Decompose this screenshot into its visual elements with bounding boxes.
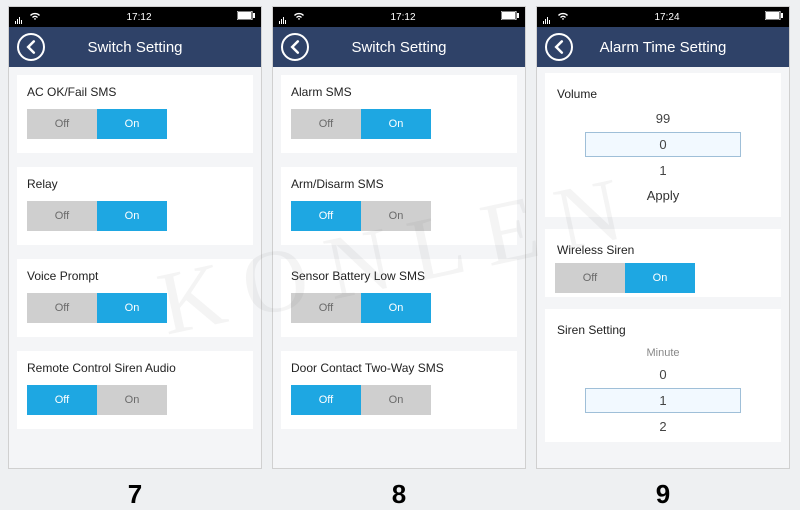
setting-card-door-contact-sms: Door Contact Two-Way SMS Off On (281, 351, 517, 429)
picker-value-below[interactable]: 1 (555, 159, 771, 182)
toggle-on[interactable]: On (361, 109, 431, 139)
volume-label: Volume (557, 87, 771, 101)
battery-icon (237, 11, 255, 23)
setting-title: Door Contact Two-Way SMS (291, 361, 507, 375)
volume-picker[interactable]: 99 0 1 (555, 107, 771, 182)
toggle-on[interactable]: On (97, 385, 167, 415)
alarm-time-content: Volume 99 0 1 Apply Wireless Siren Off O… (537, 67, 789, 468)
header-bar: Switch Setting (9, 27, 261, 67)
back-button[interactable] (545, 33, 573, 61)
picker-value-above[interactable]: 0 (555, 363, 771, 386)
setting-title: Alarm SMS (291, 85, 507, 99)
setting-title: Voice Prompt (27, 269, 243, 283)
page-number-row: 7 8 9 (0, 479, 800, 510)
toggle-off[interactable]: Off (291, 201, 361, 231)
setting-card-ac-sms: AC OK/Fail SMS Off On (17, 75, 253, 153)
setting-card-voice-prompt: Voice Prompt Off On (17, 259, 253, 337)
back-button[interactable] (17, 33, 45, 61)
status-time: 17:24 (654, 12, 679, 23)
picker-value-above[interactable]: 99 (555, 107, 771, 130)
wifi-icon (29, 11, 41, 24)
toggle-off[interactable]: Off (27, 109, 97, 139)
toggle-on[interactable]: On (97, 201, 167, 231)
toggle-off[interactable]: Off (27, 293, 97, 323)
siren-setting-section: Siren Setting Minute 0 1 2 (545, 309, 781, 442)
apply-button[interactable]: Apply (555, 182, 771, 213)
settings-list: Alarm SMS Off On Arm/Disarm SMS Off On S… (273, 67, 525, 468)
toggle-arm-disarm-sms[interactable]: Off On (291, 201, 431, 231)
status-time: 17:12 (126, 12, 151, 23)
wireless-siren-section: Wireless Siren Off On (545, 229, 781, 297)
header-bar: Switch Setting (273, 27, 525, 67)
status-bar: 17:24 (537, 7, 789, 27)
screen-7: 17:12 Switch Setting AC OK/Fail SMS Off … (8, 6, 262, 469)
page-number: 7 (8, 479, 262, 510)
volume-section: Volume 99 0 1 Apply (545, 73, 781, 217)
header-bar: Alarm Time Setting (537, 27, 789, 67)
toggle-ac-sms[interactable]: Off On (27, 109, 167, 139)
toggle-off[interactable]: Off (27, 201, 97, 231)
setting-title: Arm/Disarm SMS (291, 177, 507, 191)
page-number: 8 (272, 479, 526, 510)
battery-icon (765, 11, 783, 23)
signal-icon (15, 13, 25, 21)
setting-title: Remote Control Siren Audio (27, 361, 243, 375)
page-title: Switch Setting (273, 39, 525, 56)
wifi-icon (557, 11, 569, 24)
setting-title: Relay (27, 177, 243, 191)
setting-card-arm-disarm-sms: Arm/Disarm SMS Off On (281, 167, 517, 245)
toggle-on[interactable]: On (361, 293, 431, 323)
siren-minute-picker[interactable]: Minute 0 1 2 (555, 343, 771, 438)
toggle-off[interactable]: Off (555, 263, 625, 293)
page-number: 9 (536, 479, 790, 510)
screen-8: 17:12 Switch Setting Alarm SMS Off On (272, 6, 526, 469)
toggle-door-contact-sms[interactable]: Off On (291, 385, 431, 415)
toggle-off[interactable]: Off (291, 293, 361, 323)
toggle-off[interactable]: Off (27, 385, 97, 415)
signal-icon (543, 13, 553, 21)
toggle-wireless-siren[interactable]: Off On (555, 263, 695, 293)
toggle-voice-prompt[interactable]: Off On (27, 293, 167, 323)
toggle-alarm-sms[interactable]: Off On (291, 109, 431, 139)
wifi-icon (293, 11, 305, 24)
siren-setting-label: Siren Setting (557, 323, 771, 337)
settings-list: AC OK/Fail SMS Off On Relay Off On Voice… (9, 67, 261, 468)
toggle-on[interactable]: On (625, 263, 695, 293)
toggle-on[interactable]: On (361, 201, 431, 231)
status-time: 17:12 (390, 12, 415, 23)
battery-icon (501, 11, 519, 23)
toggle-on[interactable]: On (361, 385, 431, 415)
picker-unit: Minute (555, 343, 771, 363)
page-title: Switch Setting (9, 39, 261, 56)
status-bar: 17:12 (9, 7, 261, 27)
toggle-off[interactable]: Off (291, 109, 361, 139)
back-button[interactable] (281, 33, 309, 61)
setting-card-relay: Relay Off On (17, 167, 253, 245)
setting-title: AC OK/Fail SMS (27, 85, 243, 99)
signal-icon (279, 13, 289, 21)
picker-value-selected[interactable]: 0 (585, 132, 741, 157)
setting-card-alarm-sms: Alarm SMS Off On (281, 75, 517, 153)
toggle-on[interactable]: On (97, 109, 167, 139)
picker-value-selected[interactable]: 1 (585, 388, 741, 413)
setting-title: Sensor Battery Low SMS (291, 269, 507, 283)
setting-card-battery-low-sms: Sensor Battery Low SMS Off On (281, 259, 517, 337)
page-title: Alarm Time Setting (537, 39, 789, 56)
status-bar: 17:12 (273, 7, 525, 27)
toggle-on[interactable]: On (97, 293, 167, 323)
toggle-remote-siren-audio[interactable]: Off On (27, 385, 167, 415)
setting-card-remote-siren-audio: Remote Control Siren Audio Off On (17, 351, 253, 429)
toggle-relay[interactable]: Off On (27, 201, 167, 231)
screen-9: 17:24 Alarm Time Setting Volume 99 0 1 (536, 6, 790, 469)
toggle-off[interactable]: Off (291, 385, 361, 415)
wireless-siren-label: Wireless Siren (557, 243, 771, 257)
toggle-battery-low-sms[interactable]: Off On (291, 293, 431, 323)
picker-value-below[interactable]: 2 (555, 415, 771, 438)
